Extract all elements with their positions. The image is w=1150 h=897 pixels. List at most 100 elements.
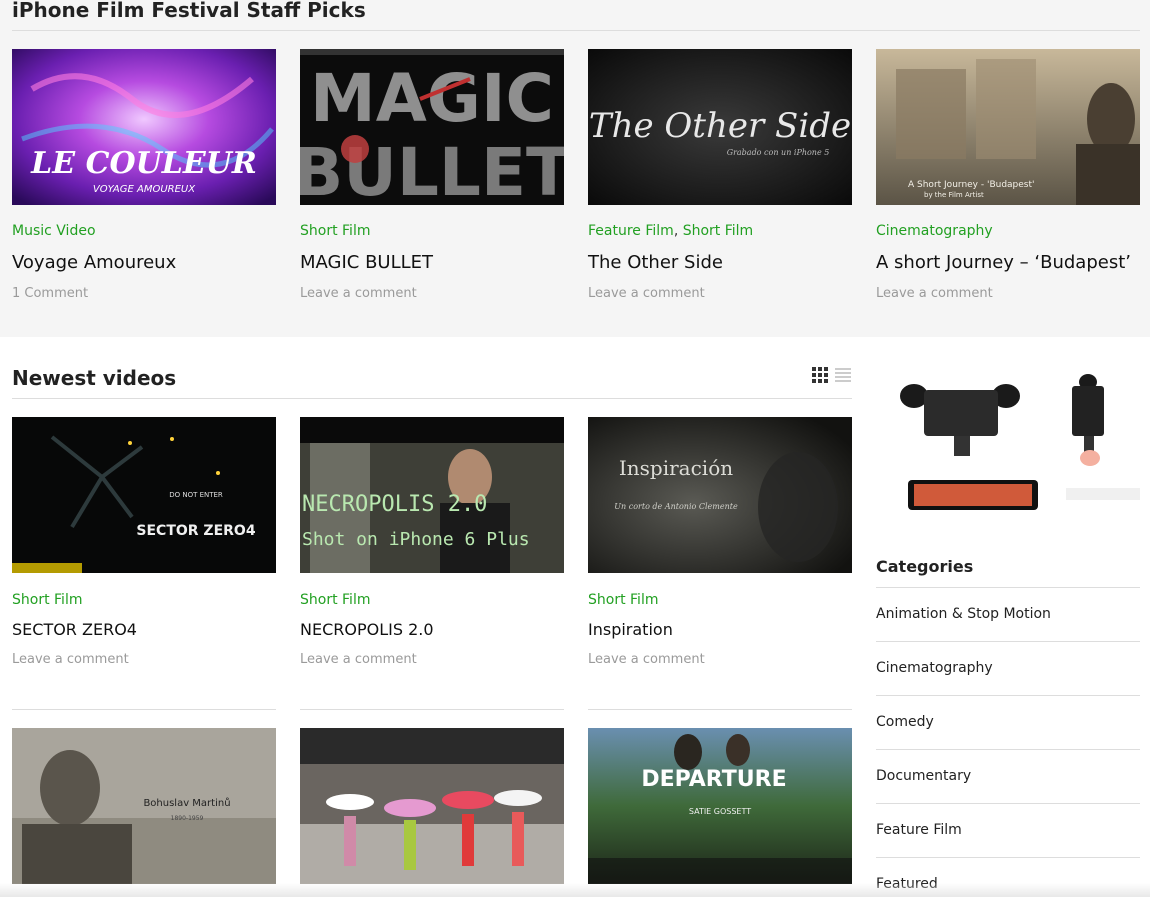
video-thumbnail[interactable]: Bohuslav Martinů 1890-1959 [12,728,276,884]
video-thumbnail[interactable]: Inspiración Un corto de Antonio Clemente [588,417,852,573]
thumbnail-image: LE COULEUR VOYAGE AMOUREUX [12,49,276,205]
thumbnail-subtext: VOYAGE AMOUREUX [93,184,196,195]
staff-picks-section: iPhone Film Festival Staff Picks LE COUL… [0,0,1150,337]
video-card: DEPARTURE SATIE GOSSETT [588,728,852,884]
divider [12,30,1140,31]
staff-picks-title: iPhone Film Festival Staff Picks [12,0,366,22]
video-card: LE COULEUR VOYAGE AMOUREUX Music Video V… [12,49,276,309]
category-link[interactable]: Comedy [876,714,934,730]
category-links: Feature Film, Short Film [588,223,754,239]
category-link[interactable]: Cinematography [876,660,993,676]
video-title[interactable]: MAGIC BULLET [300,252,433,273]
thumbnail-text: NECROPOLIS 2.0 [302,492,487,517]
category-link[interactable]: Music Video [12,223,96,239]
thumbnail-image: A Short Journey - 'Budapest' by the Film… [876,49,1140,205]
video-card: The Other Side Grabado con un iPhone 5 F… [588,49,852,309]
comment-link[interactable]: Leave a comment [300,652,417,667]
thumbnail-subtext: BULLET [300,134,564,205]
comment-link[interactable]: 1 Comment [12,286,88,301]
divider [876,803,1140,804]
divider [876,857,1140,858]
thumbnail-subtext: DO NOT ENTER [169,491,223,499]
advertisement-banner[interactable] [876,360,1140,510]
video-card: DO NOT ENTER SECTOR ZERO4 Short Film SEC… [12,417,276,677]
category-link[interactable]: Short Film [588,592,658,608]
scroll-fade [0,883,1150,897]
video-title[interactable]: A short Journey – ‘Budapest’ [876,252,1131,273]
video-card: NECROPOLIS 2.0 Shot on iPhone 6 Plus Sho… [300,417,564,677]
thumbnail-text: MAGIC [310,60,554,137]
video-thumbnail[interactable]: MAGIC BULLET [300,49,564,205]
divider [876,641,1140,642]
video-thumbnail[interactable]: A Short Journey - 'Budapest' by the Film… [876,49,1140,205]
video-thumbnail[interactable]: NECROPOLIS 2.0 Shot on iPhone 6 Plus [300,417,564,573]
video-thumbnail[interactable]: DEPARTURE SATIE GOSSETT [588,728,852,884]
video-title[interactable]: The Other Side [588,252,723,273]
category-link[interactable]: Short Film [300,592,370,608]
category-links: Short Film [588,592,658,608]
comment-link[interactable]: Leave a comment [12,652,129,667]
thumbnail-text: Inspiración [619,456,733,480]
thumbnail-text: A Short Journey - 'Budapest' [908,180,1035,190]
thumbnail-subtext: by the Film Artist [924,191,984,199]
category-links: Short Film [300,223,370,239]
grid-view-icon[interactable] [812,367,828,383]
thumbnail-image: Bohuslav Martinů 1890-1959 [12,728,276,884]
video-title[interactable]: SECTOR ZERO4 [12,620,137,639]
video-card: Bohuslav Martinů 1890-1959 [12,728,276,884]
video-thumbnail[interactable]: The Other Side Grabado con un iPhone 5 [588,49,852,205]
thumbnail-image: NECROPOLIS 2.0 Shot on iPhone 6 Plus [300,417,564,573]
category-link[interactable]: Short Film [683,223,753,239]
category-links: Cinematography [876,223,993,239]
thumbnail-subtext: SATIE GOSSETT [689,807,751,816]
thumbnail-text: SECTOR ZERO4 [136,523,255,539]
video-title[interactable]: Voyage Amoureux [12,252,176,273]
video-title[interactable]: Inspiration [588,620,673,639]
video-card: Inspiración Un corto de Antonio Clemente… [588,417,852,677]
video-title[interactable]: NECROPOLIS 2.0 [300,620,434,639]
divider [12,398,852,399]
category-link[interactable]: Feature Film [588,223,674,239]
comment-link[interactable]: Leave a comment [300,286,417,301]
divider [588,709,852,710]
thumbnail-text: The Other Side [589,106,851,146]
category-link[interactable]: Cinematography [876,223,993,239]
thumbnail-subtext: Grabado con un iPhone 5 [727,148,830,157]
thumbnail-image: DO NOT ENTER SECTOR ZERO4 [12,417,276,573]
thumbnail-image: Inspiración Un corto de Antonio Clemente [588,417,852,573]
category-link[interactable]: Feature Film [876,822,962,838]
video-card: MAGIC BULLET Short Film MAGIC BULLET Lea… [300,49,564,309]
category-link[interactable]: Documentary [876,768,971,784]
categories-title: Categories [876,557,974,576]
category-link[interactable]: Short Film [12,592,82,608]
video-thumbnail[interactable] [300,728,564,884]
category-links: Short Film [300,592,370,608]
thumbnail-image: DEPARTURE SATIE GOSSETT [588,728,852,884]
comment-link[interactable]: Leave a comment [876,286,993,301]
divider [300,709,564,710]
category-link[interactable]: Short Film [300,223,370,239]
video-card: A Short Journey - 'Budapest' by the Film… [876,49,1140,309]
divider [876,749,1140,750]
list-view-icon[interactable] [835,367,851,383]
thumbnail-text: DEPARTURE [641,767,786,792]
divider [876,695,1140,696]
thumbnail-image: The Other Side Grabado con un iPhone 5 [588,49,852,205]
category-link[interactable]: Animation & Stop Motion [876,606,1051,622]
thumbnail-subtext: Un corto de Antonio Clemente [614,502,738,511]
comment-link[interactable]: Leave a comment [588,286,705,301]
thumbnail-subtext: Shot on iPhone 6 Plus [302,529,530,550]
thumbnail-text: Bohuslav Martinů [143,797,230,809]
video-card [300,728,564,884]
category-links: Music Video [12,223,96,239]
thumbnail-image: MAGIC BULLET [300,49,564,205]
thumbnail-text: LE COULEUR [30,146,257,181]
video-thumbnail[interactable]: DO NOT ENTER SECTOR ZERO4 [12,417,276,573]
thumbnail-image [300,728,564,884]
category-links: Short Film [12,592,82,608]
thumbnail-subtext: 1890-1959 [171,815,204,822]
ad-product-image [876,360,1140,510]
video-thumbnail[interactable]: LE COULEUR VOYAGE AMOUREUX [12,49,276,205]
comment-link[interactable]: Leave a comment [588,652,705,667]
divider [876,587,1140,588]
